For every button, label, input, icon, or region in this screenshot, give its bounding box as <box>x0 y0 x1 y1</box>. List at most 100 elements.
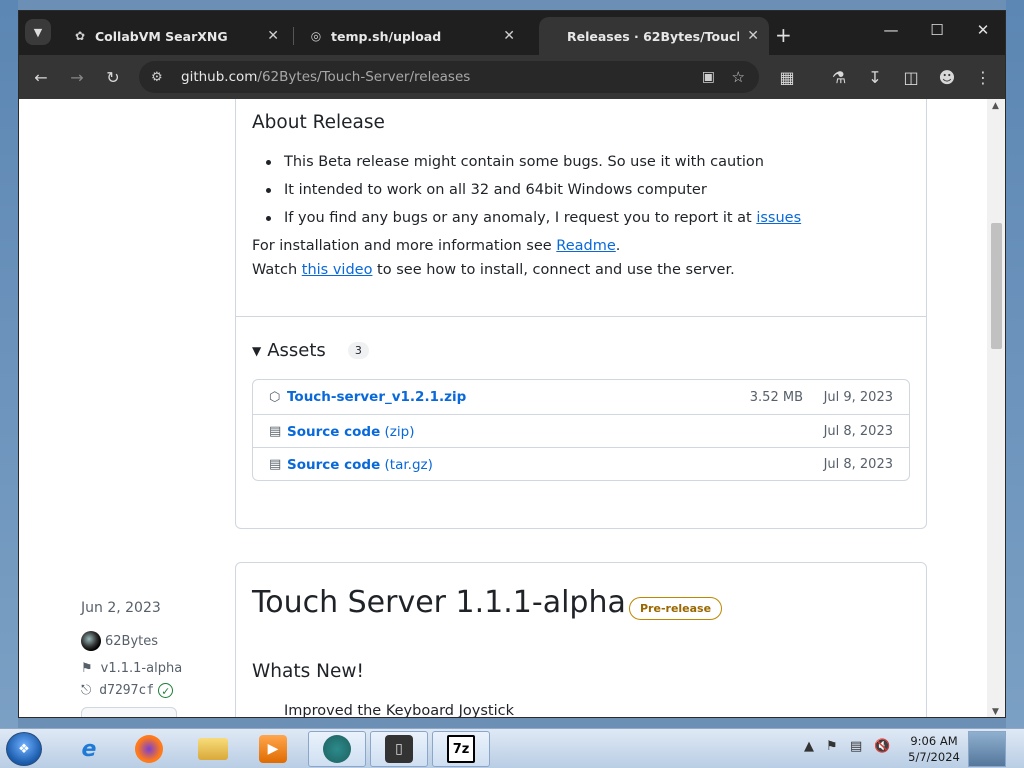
asset-date: Jul 8, 2023 <box>823 424 893 439</box>
assets-label: Assets <box>267 340 326 361</box>
desktop-background-right <box>1006 0 1024 728</box>
site-settings-icon[interactable]: ⚙ <box>151 70 171 85</box>
tab-search-button[interactable]: ▼ <box>25 19 51 45</box>
watch-paragraph: Watch this video to see how to install, … <box>252 262 735 278</box>
new-tab-button[interactable]: + <box>775 23 792 47</box>
assets-count-badge: 3 <box>347 342 369 359</box>
watch-end: to see how to install, connect and use t… <box>372 262 735 278</box>
release-title[interactable]: Touch Server 1.1.1-alpha <box>252 585 626 620</box>
commit-hash: d7297cf <box>99 683 155 698</box>
close-icon[interactable]: ✕ <box>747 28 759 44</box>
git-commit-icon: ⎋ <box>81 683 92 698</box>
tab-separator <box>293 27 294 45</box>
address-bar[interactable]: ⚙ github.com/62Bytes/Touch-Server/releas… <box>139 61 759 93</box>
close-icon[interactable]: ✕ <box>503 28 515 44</box>
internet-explorer-icon: e <box>81 736 97 762</box>
labs-flask-icon[interactable]: ⚗ <box>827 65 851 89</box>
tag-name: v1.1.1-alpha <box>100 661 183 676</box>
chrome-icon <box>323 735 351 763</box>
watch-text: Watch <box>252 262 302 278</box>
divider <box>236 316 926 317</box>
page-scrollbar[interactable]: ▲ ▼ <box>987 99 1005 717</box>
extensions-icon[interactable]: ▦ <box>775 65 799 89</box>
compare-button[interactable] <box>81 707 177 717</box>
list-item: If you find any bugs or any anomaly, I r… <box>252 204 801 232</box>
install-text: For installation and more information se… <box>252 238 557 254</box>
chevron-down-icon: ▼ <box>33 25 43 39</box>
network-icon[interactable]: ▤ <box>850 739 862 754</box>
taskbar-clock[interactable]: 9:06 AM 5/7/2024 <box>904 733 964 765</box>
taskbar-explorer[interactable] <box>184 731 242 767</box>
url-text[interactable]: github.com/62Bytes/Touch-Server/releases <box>181 69 470 85</box>
issues-link[interactable]: issues <box>756 210 801 226</box>
windows-logo-icon: ❖ <box>18 741 30 757</box>
release-card-1-1-1-alpha: Touch Server 1.1.1-alpha Pre-release Wha… <box>235 562 927 718</box>
show-hidden-icons-icon[interactable]: ▲ <box>804 739 814 754</box>
release-notes-list: This Beta release might contain some bug… <box>252 148 801 232</box>
asset-name: Source code <box>287 456 381 473</box>
release-commit[interactable]: ⎋ d7297cf ✓ <box>81 683 174 698</box>
clock-date: 5/7/2024 <box>908 750 960 764</box>
asset-date: Jul 8, 2023 <box>823 457 893 472</box>
asset-link[interactable]: Source code (zip) <box>287 424 414 440</box>
folder-icon <box>198 738 228 760</box>
minimize-button[interactable]: — <box>871 21 911 39</box>
taskbar-internet-explorer[interactable]: e <box>60 731 118 767</box>
start-button[interactable]: ❖ <box>6 732 42 766</box>
asset-row[interactable]: ▤ Source code (zip) Jul 8, 2023 <box>253 414 909 448</box>
whats-new-heading: Whats New! <box>252 661 364 682</box>
globe-icon: ◎ <box>310 29 322 43</box>
list-item-text: If you find any bugs or any anomaly, I r… <box>284 210 757 226</box>
tab-searxng[interactable]: ✿ CollabVM SearXNG ✕ <box>63 17 289 55</box>
menu-kebab-icon[interactable]: ⋮ <box>971 65 995 89</box>
asset-date: Jul 9, 2023 <box>823 389 893 405</box>
release-author[interactable]: 62Bytes <box>81 631 158 651</box>
close-window-button[interactable]: ✕ <box>963 21 1003 39</box>
browser-toolbar: ← → ↻ ⚙ github.com/62Bytes/Touch-Server/… <box>19 55 1005 99</box>
bookmark-star-icon[interactable]: ☆ <box>732 68 745 86</box>
verified-check-icon: ✓ <box>158 683 174 698</box>
volume-muted-icon[interactable]: 🔇 <box>874 739 890 754</box>
tab-temp-sh[interactable]: ◎ temp.sh/upload ✕ <box>299 17 525 55</box>
maximize-button[interactable]: ☐ <box>917 21 957 39</box>
scroll-down-arrow-icon[interactable]: ▼ <box>992 707 999 717</box>
readme-link[interactable]: Readme <box>556 238 615 254</box>
side-panel-icon[interactable]: ◫ <box>899 65 923 89</box>
assets-list: ⬡ Touch-server_v1.2.1.zip 3.52 MB Jul 9,… <box>252 379 910 481</box>
list-item: It intended to work on all 32 and 64bit … <box>252 176 801 204</box>
author-name: 62Bytes <box>105 633 159 649</box>
7zip-icon: 7z <box>447 735 475 763</box>
file-zip-icon: ▤ <box>269 424 282 439</box>
scroll-up-arrow-icon[interactable]: ▲ <box>992 101 999 111</box>
taskbar-media-player[interactable]: ▶ <box>244 731 302 767</box>
searxng-icon: ✿ <box>74 29 86 43</box>
taskbar-7zip[interactable]: 7z <box>432 731 490 767</box>
install-paragraph: For installation and more information se… <box>252 238 620 254</box>
asset-link[interactable]: Source code (tar.gz) <box>287 457 433 473</box>
scroll-thumb[interactable] <box>991 223 1002 349</box>
profile-avatar-icon[interactable]: ☻ <box>935 65 959 89</box>
asset-row[interactable]: ⬡ Touch-server_v1.2.1.zip 3.52 MB Jul 9,… <box>253 380 909 414</box>
install-app-icon[interactable]: ▣ <box>702 69 715 85</box>
asset-row[interactable]: ▤ Source code (tar.gz) Jul 8, 2023 <box>253 447 909 481</box>
asset-link[interactable]: Touch-server_v1.2.1.zip <box>287 389 466 405</box>
action-center-flag-icon[interactable]: ⚑ <box>826 739 838 754</box>
list-item: Improved the Keyboard Joystick <box>284 703 514 718</box>
taskbar-firefox[interactable] <box>120 731 178 767</box>
triangle-down-icon: ▼ <box>252 343 262 358</box>
release-tag[interactable]: ⚑ v1.1.1-alpha <box>81 661 182 676</box>
tab-strip: ▼ ✿ CollabVM SearXNG ✕ ◎ temp.sh/upload … <box>19 11 1005 55</box>
tab-releases[interactable]: Releases · 62Bytes/Touch-Serv ✕ <box>539 17 769 55</box>
forward-button[interactable]: → <box>65 65 89 89</box>
prerelease-badge: Pre-release <box>629 597 723 620</box>
back-button[interactable]: ← <box>29 65 53 89</box>
video-link[interactable]: this video <box>302 262 373 278</box>
close-icon[interactable]: ✕ <box>267 28 279 44</box>
downloads-icon[interactable]: ↧ <box>863 65 887 89</box>
show-desktop-button[interactable] <box>968 731 1006 767</box>
taskbar-chrome[interactable] <box>308 731 366 767</box>
taskbar-phone-app[interactable]: ▯ <box>370 731 428 767</box>
tag-icon: ⚑ <box>81 661 93 676</box>
assets-toggle[interactable]: ▼ Assets 3 <box>252 340 369 361</box>
reload-button[interactable]: ↻ <box>101 65 125 89</box>
